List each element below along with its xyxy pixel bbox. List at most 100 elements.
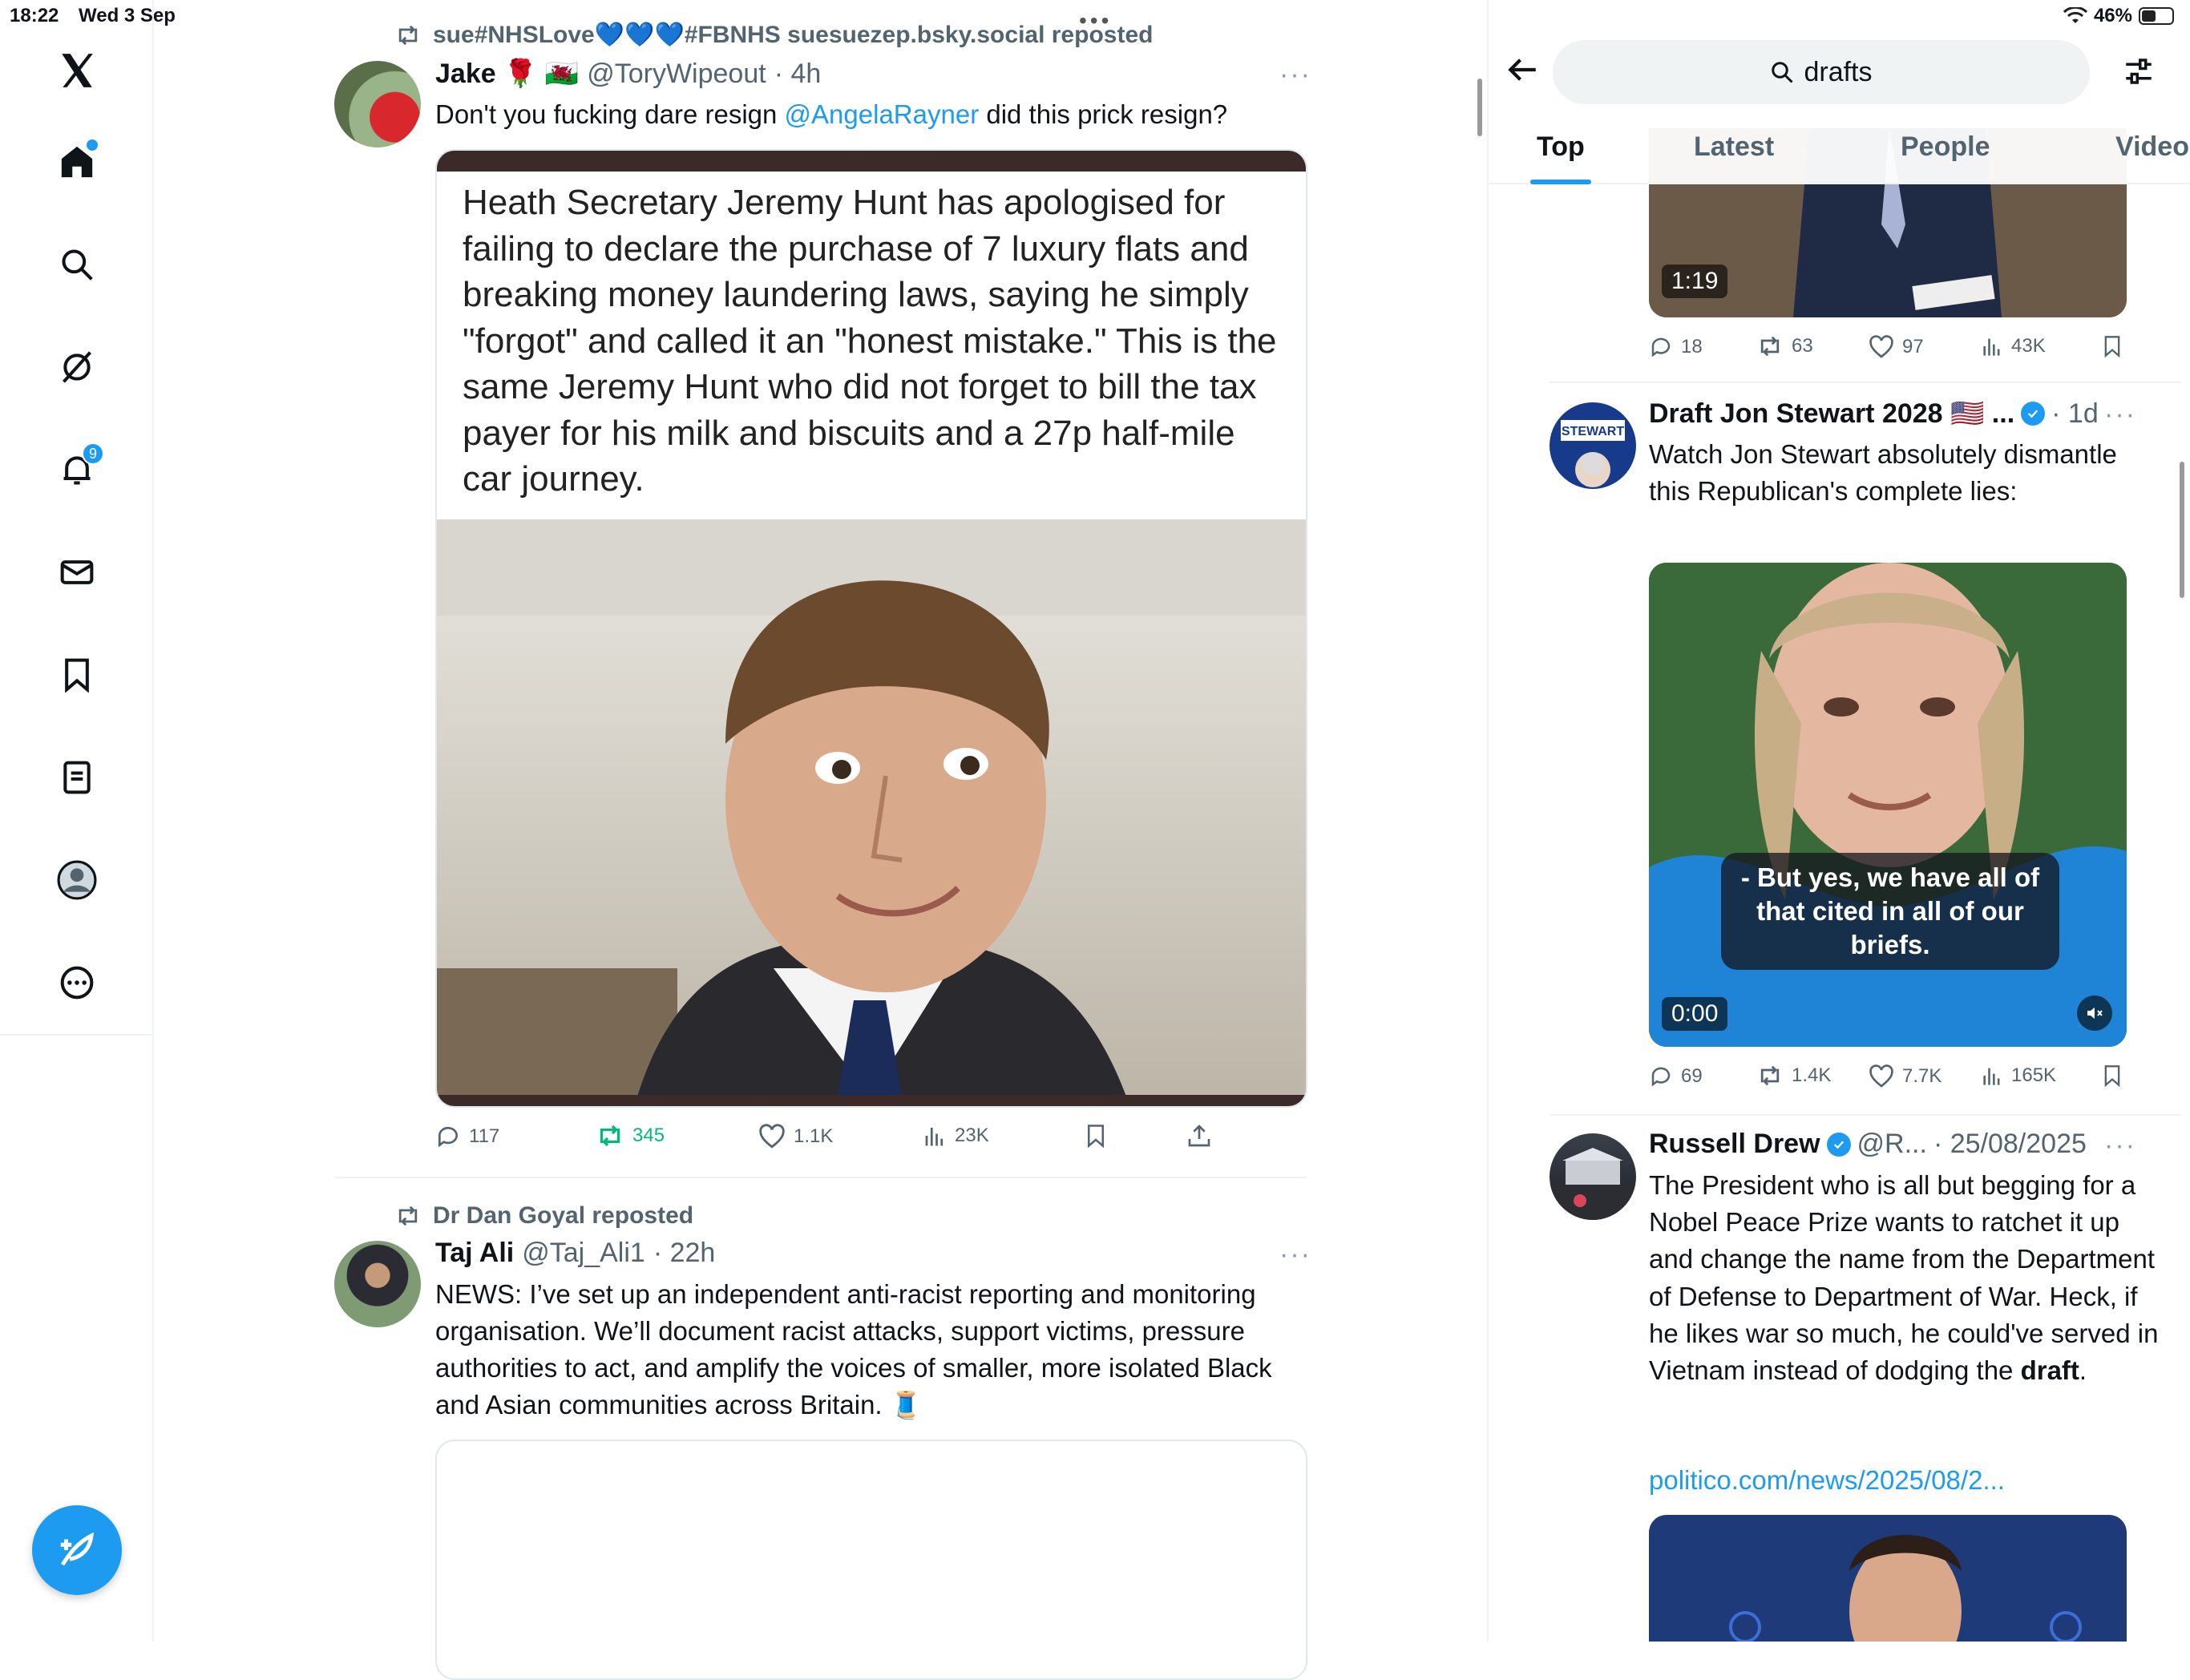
reply-icon xyxy=(1651,1067,1671,1087)
verified-badge-icon xyxy=(1826,1132,1851,1157)
like-count: 1.1K xyxy=(794,1125,834,1147)
repost-icon xyxy=(1760,1065,1780,1086)
link-card[interactable] xyxy=(435,1440,1307,1680)
back-button[interactable] xyxy=(1506,53,1540,91)
compose-post-button[interactable] xyxy=(32,1505,122,1595)
like-count: 7.7K xyxy=(1902,1065,1942,1087)
tweet-image[interactable]: Heath Secretary Jeremy Hunt has apologis… xyxy=(435,149,1307,1108)
tweet-time[interactable]: · 1d xyxy=(2051,398,2099,430)
bookmark-button[interactable] xyxy=(1084,1122,1108,1149)
search-header: drafts Top Latest People Video xyxy=(1489,32,2190,184)
repost-label: Dr Dan Goyal reposted xyxy=(433,1202,694,1229)
tweet-more-button[interactable]: ··· xyxy=(1279,59,1311,91)
video-duration: 1:19 xyxy=(1662,265,1728,298)
views-button[interactable]: 23K xyxy=(923,1124,989,1148)
share-button[interactable] xyxy=(1186,1122,1212,1149)
x-logo-icon[interactable] xyxy=(53,46,101,95)
author-name[interactable]: Jake 🌹 🏴󠁧󠁢󠁷󠁬󠁳󠁿 xyxy=(435,58,579,90)
views-button[interactable]: 43K xyxy=(1981,335,2046,357)
author-handle[interactable]: @Taj_Ali1 xyxy=(522,1238,645,1269)
search-query: drafts xyxy=(1804,56,1873,87)
reply-button[interactable]: 69 xyxy=(1649,1064,1703,1088)
author-name[interactable]: Taj Ali xyxy=(435,1238,514,1269)
share-icon xyxy=(1188,1125,1210,1147)
result-more-button[interactable]: ··· xyxy=(2104,1130,2136,1161)
mute-button[interactable] xyxy=(2077,995,2112,1031)
feed-scrollbar[interactable] xyxy=(1477,79,1482,136)
like-button[interactable]: 97 xyxy=(1869,335,1924,359)
search-filters-button[interactable] xyxy=(2122,55,2156,92)
bookmark-icon xyxy=(2104,1065,2120,1088)
tab-people[interactable]: People xyxy=(1901,131,1990,163)
reply-count: 117 xyxy=(469,1125,500,1147)
notifications-bell-icon[interactable]: 9 xyxy=(53,442,104,494)
bookmark-icon xyxy=(2104,336,2120,358)
bookmarks-icon[interactable] xyxy=(53,651,101,699)
repost-icon xyxy=(398,25,418,45)
search-icon[interactable] xyxy=(53,240,101,289)
author-name[interactable]: Russell Drew xyxy=(1649,1129,1820,1160)
result-text: Watch Jon Stewart absolutely dismantle t… xyxy=(1649,439,2117,507)
author-handle[interactable]: @R... xyxy=(1857,1129,1927,1160)
avatar-draft-jon-stewart[interactable]: STEWART xyxy=(1550,402,1636,489)
compose-feather-icon xyxy=(60,1532,95,1566)
result-more-button[interactable]: ··· xyxy=(2104,399,2136,430)
reply-button[interactable]: 117 xyxy=(435,1124,499,1149)
views-count: 23K xyxy=(955,1125,989,1146)
search-term-highlight: draft xyxy=(2020,1355,2079,1386)
more-options-icon[interactable] xyxy=(53,959,101,1007)
reply-button[interactable]: 18 xyxy=(1649,335,1703,359)
profile-icon[interactable] xyxy=(53,856,101,904)
views-button[interactable]: 165K xyxy=(1981,1064,2056,1087)
article-link[interactable]: politico.com/news/2025/08/2... xyxy=(1649,1465,2005,1496)
video-player[interactable]: - But yes, we have all of that cited in … xyxy=(1649,563,2127,1047)
tab-video[interactable]: Video xyxy=(2115,131,2189,163)
tweet-time[interactable]: · 4h xyxy=(774,59,822,90)
repost-count: 63 xyxy=(1792,335,1813,357)
photo-jeremy-hunt xyxy=(437,519,1306,1096)
bookmark-button[interactable] xyxy=(2101,1063,2123,1088)
avatar-taj-ali[interactable] xyxy=(334,1241,421,1327)
tab-top[interactable]: Top xyxy=(1537,131,1585,163)
search-panel: 1:19 18 63 97 43K STEWART Draft Jon Stew… xyxy=(1489,0,2190,1642)
mention-link[interactable]: @AngelaRayner xyxy=(785,99,980,129)
reply-count: 18 xyxy=(1681,336,1703,357)
reply-count: 69 xyxy=(1681,1065,1703,1087)
author-name[interactable]: Draft Jon Stewart 2028 🇺🇸 ... xyxy=(1649,398,2014,430)
result-header: Draft Jon Stewart 2028 🇺🇸 ... · 1d xyxy=(1649,398,2099,430)
nav-divider xyxy=(0,1034,154,1036)
link-preview-image[interactable]: CNN xyxy=(1649,1515,2127,1642)
tweet-text: NEWS: I’ve set up an independent anti-ra… xyxy=(435,1279,1272,1420)
tab-latest[interactable]: Latest xyxy=(1694,131,1774,163)
repost-context[interactable]: Dr Dan Goyal reposted xyxy=(394,1202,693,1230)
search-tabs: Top Latest People Video xyxy=(1489,122,2190,184)
active-tab-indicator xyxy=(1530,180,1591,184)
avatar-russell-drew[interactable] xyxy=(1550,1133,1636,1220)
like-button[interactable]: 7.7K xyxy=(1869,1064,1942,1088)
repost-context[interactable]: sue#NHSLove💙💙💙#FBNHS suesuezep.bsky.soci… xyxy=(394,21,1153,49)
repost-button[interactable]: 1.4K xyxy=(1756,1064,1831,1087)
repost-button[interactable]: 345 xyxy=(596,1124,665,1148)
like-button[interactable]: 1.1K xyxy=(758,1124,833,1149)
avatar-jake[interactable] xyxy=(334,61,421,147)
messages-icon[interactable] xyxy=(53,548,101,596)
search-scrollbar[interactable] xyxy=(2180,462,2184,598)
speaker-muted-icon xyxy=(2087,1008,2103,1019)
home-icon[interactable] xyxy=(53,138,101,186)
search-input[interactable]: drafts xyxy=(1553,40,2090,104)
views-chart-icon xyxy=(1983,1068,2000,1085)
lists-icon[interactable] xyxy=(53,753,101,802)
tweet-time[interactable]: · 22h xyxy=(653,1238,716,1269)
heart-icon xyxy=(759,1124,785,1149)
author-handle[interactable]: @ToryWipeout xyxy=(587,59,766,90)
tweet-text: Don't you fucking dare resign @AngelaRay… xyxy=(435,96,1317,133)
bookmark-button[interactable] xyxy=(2101,333,2123,359)
sidebar-nav: 9 xyxy=(0,0,154,1642)
repost-icon xyxy=(1760,336,1780,357)
result-text-part: . xyxy=(2079,1355,2087,1386)
grok-icon[interactable] xyxy=(53,343,101,391)
repost-button[interactable]: 63 xyxy=(1756,335,1813,357)
tweet-more-button[interactable]: ··· xyxy=(1279,1239,1311,1270)
tweet-time[interactable]: · 25/08/2025 xyxy=(1933,1129,2087,1160)
tweet-header: Taj Ali @Taj_Ali1 · 22h xyxy=(435,1238,715,1269)
